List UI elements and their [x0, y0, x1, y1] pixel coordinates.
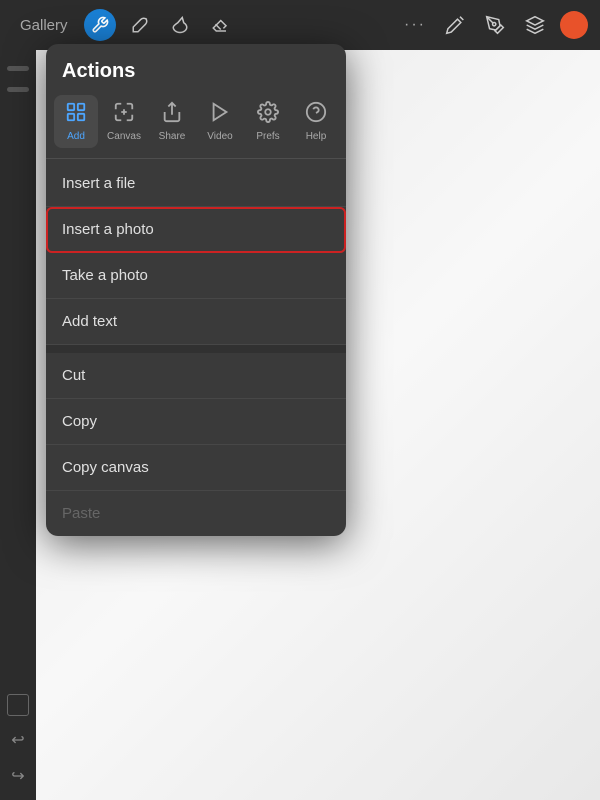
tab-share[interactable]: Share — [150, 95, 194, 148]
toolbar-right: ··· — [404, 10, 588, 40]
canvas-tab-label: Canvas — [107, 131, 141, 142]
toolbar: Gallery ··· — [0, 0, 600, 50]
undo-button[interactable]: ↩ — [6, 728, 30, 752]
more-icon[interactable]: ··· — [404, 16, 426, 34]
menu-item-add-text[interactable]: Add text — [46, 299, 346, 345]
tab-prefs[interactable]: Prefs — [246, 95, 290, 148]
left-sidebar: ↩ ↪ — [0, 50, 36, 800]
eraser-button[interactable] — [204, 9, 236, 41]
prefs-tab-icon — [257, 101, 279, 127]
menu-item-paste: Paste — [46, 491, 346, 536]
panel-tabs: Add Canvas — [46, 95, 346, 156]
tab-canvas[interactable]: Canvas — [102, 95, 146, 148]
menu-item-copy-canvas[interactable]: Copy canvas — [46, 445, 346, 491]
video-tab-label: Video — [207, 131, 232, 142]
gallery-button[interactable]: Gallery — [12, 13, 76, 38]
redo-button[interactable]: ↪ — [6, 764, 30, 788]
brush-button[interactable] — [124, 9, 156, 41]
panel-title: Actions — [46, 44, 346, 95]
tab-add[interactable]: Add — [54, 95, 98, 148]
menu-item-insert-photo[interactable]: Insert a photo — [46, 207, 346, 253]
sidebar-handle-middle[interactable] — [7, 87, 29, 92]
share-tab-icon — [161, 101, 183, 127]
layers-icon[interactable] — [520, 10, 550, 40]
canvas-tab-icon — [113, 101, 135, 127]
help-tab-label: Help — [306, 131, 327, 142]
tab-help[interactable]: Help — [294, 95, 338, 148]
actions-button[interactable] — [84, 9, 116, 41]
share-tab-label: Share — [159, 131, 186, 142]
divider-tabs — [46, 158, 346, 159]
menu-item-copy[interactable]: Copy — [46, 399, 346, 445]
tab-video[interactable]: Video — [198, 95, 242, 148]
smudge-button[interactable] — [164, 9, 196, 41]
section-gap — [46, 345, 346, 353]
menu-item-cut[interactable]: Cut — [46, 353, 346, 399]
pencil-icon[interactable] — [440, 10, 470, 40]
color-dot[interactable] — [560, 11, 588, 39]
add-tab-label: Add — [67, 131, 85, 142]
menu-item-take-photo[interactable]: Take a photo — [46, 253, 346, 299]
menu-item-insert-file[interactable]: Insert a file — [46, 161, 346, 207]
prefs-tab-label: Prefs — [256, 131, 279, 142]
sidebar-handle-top[interactable] — [7, 66, 29, 71]
toolbar-left: Gallery — [12, 9, 404, 41]
actions-panel: Actions Add — [46, 44, 346, 536]
help-tab-icon — [305, 101, 327, 127]
add-tab-icon — [65, 101, 87, 127]
video-tab-icon — [209, 101, 231, 127]
sidebar-square-tool[interactable] — [7, 694, 29, 716]
pen-icon[interactable] — [480, 10, 510, 40]
